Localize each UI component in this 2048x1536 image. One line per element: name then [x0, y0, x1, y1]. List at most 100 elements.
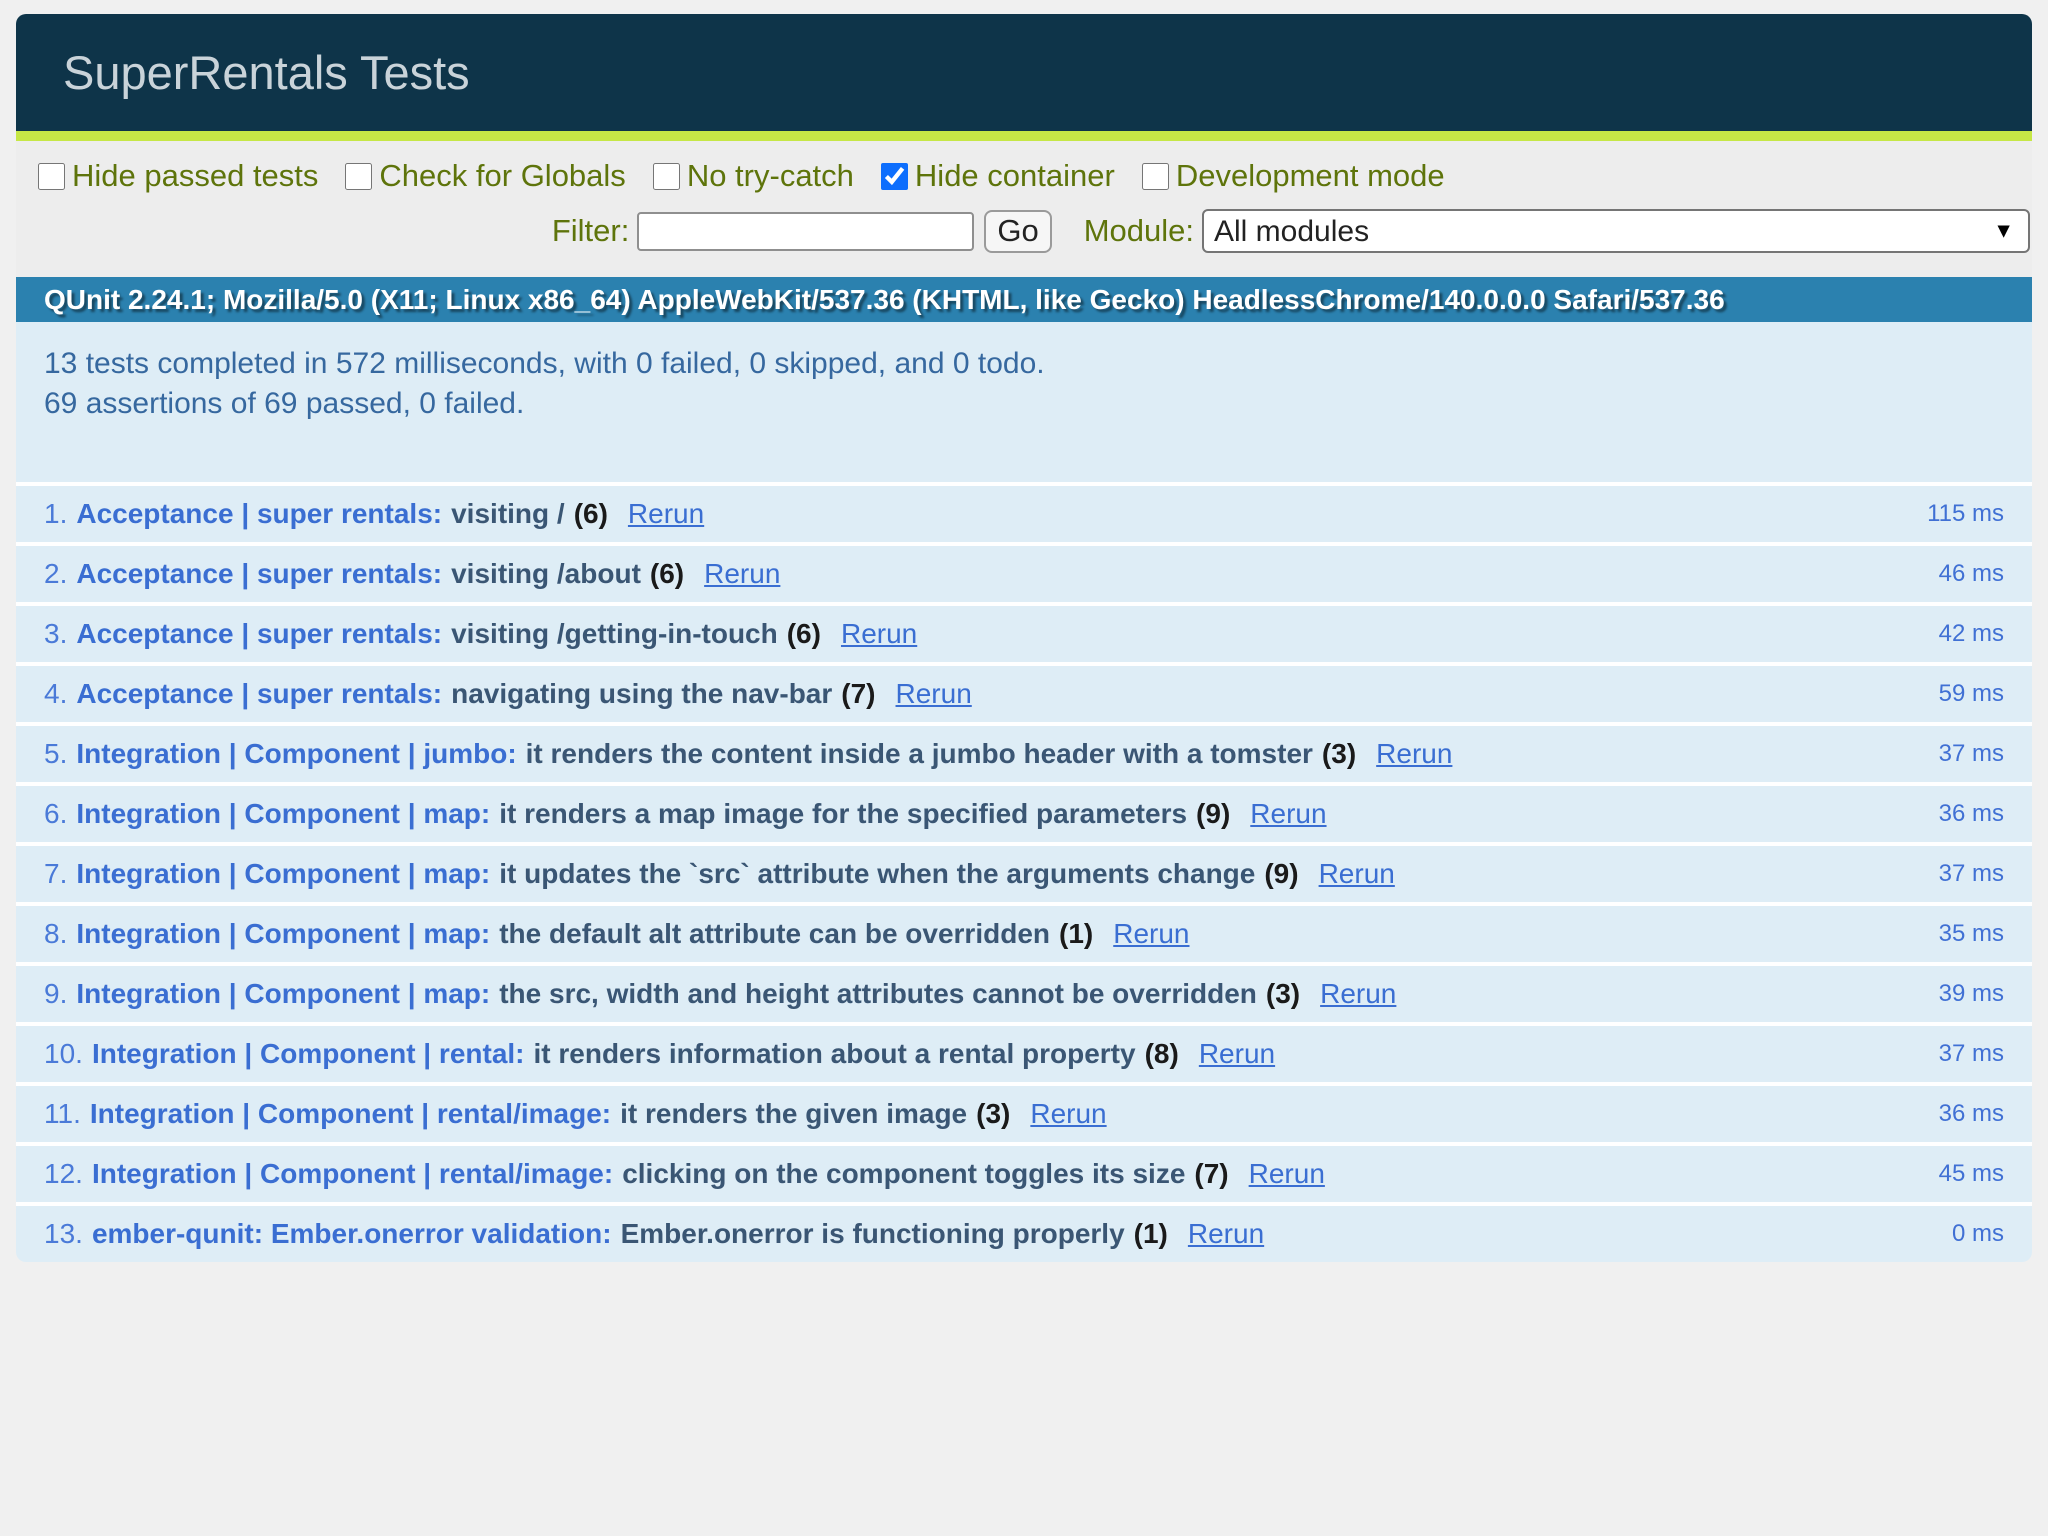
test-number: 13. [44, 1218, 83, 1249]
test-name: navigating using the nav-bar [451, 678, 832, 709]
test-number: 4. [44, 678, 67, 709]
test-name: it updates the `src` attribute when the … [499, 858, 1255, 889]
toolbar-checkbox[interactable] [1142, 163, 1169, 190]
assertion-counts: (6) [787, 618, 821, 649]
toolbar-checkbox-label: Hide passed tests [72, 158, 318, 194]
module-select[interactable]: All modules [1202, 209, 2030, 253]
test-row: 3.Acceptance | super rentals:visiting /g… [16, 606, 2032, 666]
test-runtime: 59 ms [1939, 680, 2004, 708]
rerun-link[interactable]: Rerun [1195, 1038, 1279, 1069]
toolbar-checkbox-option[interactable]: Check for Globals [345, 158, 625, 194]
toolbar-checkbox-option[interactable]: Development mode [1142, 158, 1445, 194]
test-number: 5. [44, 738, 67, 769]
test-name: it renders the given image [620, 1098, 967, 1129]
test-result-summary: 13 tests completed in 572 milliseconds, … [16, 322, 2032, 486]
rerun-link[interactable]: Rerun [892, 678, 976, 709]
pass-status-banner [16, 131, 2032, 141]
test-runtime: 45 ms [1939, 1160, 2004, 1188]
test-module-name: Integration | Component | rental: [92, 1038, 525, 1069]
rerun-link[interactable]: Rerun [1315, 858, 1399, 889]
rerun-link[interactable]: Rerun [624, 498, 708, 529]
test-number: 7. [44, 858, 67, 889]
test-name: Ember.onerror is functioning properly [621, 1218, 1125, 1249]
toolbar-checkbox-option[interactable]: Hide container [881, 158, 1115, 194]
toolbar-checkbox-label: Hide container [915, 158, 1115, 194]
toolbar-checkbox-label: Check for Globals [379, 158, 625, 194]
test-name: it renders a map image for the specified… [499, 798, 1187, 829]
assertion-counts: (8) [1145, 1038, 1179, 1069]
toolbar-checkbox[interactable] [881, 163, 908, 190]
test-row: 5. Integration | Component | jumbo: it ren… [16, 726, 2032, 786]
toolbar-checkbox-option[interactable]: Hide passed tests [38, 158, 318, 194]
rerun-link[interactable]: Rerun [1316, 978, 1400, 1009]
test-number: 9. [44, 978, 67, 1009]
module-group: Module: All modules ▼ [1084, 209, 2030, 253]
toolbar-checkbox[interactable] [653, 163, 680, 190]
test-runtime: 42 ms [1939, 620, 2004, 648]
summary-line-assertions: 69 assertions of 69 passed, 0 failed. [44, 384, 2004, 424]
test-module-name: Integration | Component | jumbo: [76, 738, 516, 769]
test-module-name: Acceptance | super rentals: [76, 678, 442, 709]
assertion-counts: (9) [1264, 858, 1298, 889]
assertion-counts: (1) [1059, 918, 1093, 949]
test-row: 6.Integration | Component | map:it rende… [16, 786, 2032, 846]
assertion-counts: (1) [1134, 1218, 1168, 1249]
toolbar-checkbox[interactable] [38, 163, 65, 190]
test-row: 2. Acceptance | super rentals: visiting /a… [16, 546, 2032, 606]
test-module-name: Acceptance | super rentals: [76, 498, 442, 529]
assertion-counts: (6) [574, 498, 608, 529]
assertion-counts: (3) [1322, 738, 1356, 769]
test-row: 10.Integration | Component | rental:it r… [16, 1026, 2032, 1086]
filter-row: Filter: Go Module: All modules ▼ [38, 209, 2030, 253]
test-name: visiting /getting-in-touch [451, 618, 778, 649]
test-row: 12.Integration | Component | rental/imag… [16, 1146, 2032, 1206]
rerun-link[interactable]: Rerun [1109, 918, 1193, 949]
assertion-counts: (7) [1194, 1158, 1228, 1189]
test-name: clicking on the component toggles its si… [622, 1158, 1185, 1189]
test-name: visiting /about [451, 558, 641, 589]
rerun-link[interactable]: Rerun [700, 558, 784, 589]
test-module-name: Integration | Component | map: [76, 798, 490, 829]
rerun-link[interactable]: Rerun [1245, 1158, 1329, 1189]
test-module-name: Integration | Component | map: [76, 978, 490, 1009]
assertion-counts: (6) [650, 558, 684, 589]
test-name: visiting / [451, 498, 565, 529]
url-config-row: Hide passed tests Check for Globals No t… [38, 159, 2030, 193]
test-number: 2. [44, 558, 67, 589]
test-row: 1. Acceptance | super rentals: visiting / (… [16, 486, 2032, 546]
toolbar-checkbox[interactable] [345, 163, 372, 190]
assertion-counts: (7) [841, 678, 875, 709]
rerun-link[interactable]: Rerun [1246, 798, 1330, 829]
test-runtime: 37 ms [1939, 1040, 2004, 1068]
filter-input[interactable] [637, 212, 974, 251]
test-row: 7. Integration | Component | map: it updat… [16, 846, 2032, 906]
test-name: it renders the content inside a jumbo he… [526, 738, 1313, 769]
rerun-link[interactable]: Rerun [1372, 738, 1456, 769]
test-number: 1. [44, 498, 67, 529]
test-runtime: 35 ms [1939, 920, 2004, 948]
toolbar-checkbox-label: No try-catch [687, 158, 854, 194]
rerun-link[interactable]: Rerun [837, 618, 921, 649]
test-module-name: Integration | Component | map: [76, 858, 490, 889]
test-number: 3. [44, 618, 67, 649]
go-button[interactable]: Go [984, 210, 1051, 253]
test-module-name: Acceptance | super rentals: [76, 558, 442, 589]
page-title-link[interactable]: SuperRentals Tests [63, 46, 470, 99]
test-runtime: 115 ms [1927, 500, 2004, 528]
rerun-link[interactable]: Rerun [1026, 1098, 1110, 1129]
assertion-counts: (3) [976, 1098, 1010, 1129]
user-agent-bar: QUnit 2.24.1; Mozilla/5.0 (X11; Linux x8… [16, 277, 2032, 322]
filter-label: Filter: [552, 213, 630, 249]
test-row: 4. Acceptance | super rentals: navigating … [16, 666, 2032, 726]
test-runtime: 36 ms [1939, 800, 2004, 828]
assertion-counts: (3) [1266, 978, 1300, 1009]
toolbar-checkbox-option[interactable]: No try-catch [653, 158, 854, 194]
rerun-link[interactable]: Rerun [1184, 1218, 1268, 1249]
test-row: 11.Integration | Component | rental/imag… [16, 1086, 2032, 1146]
test-module-name: ember-qunit: Ember.onerror validation: [92, 1218, 612, 1249]
test-name: the src, width and height attributes can… [499, 978, 1257, 1009]
test-runtime: 37 ms [1939, 860, 2004, 888]
test-row: 13. ember-qunit: Ember.onerror validation… [16, 1206, 2032, 1262]
test-runtime: 0 ms [1952, 1220, 2004, 1248]
test-row: 9. Integration | Component | map: the src,… [16, 966, 2032, 1026]
